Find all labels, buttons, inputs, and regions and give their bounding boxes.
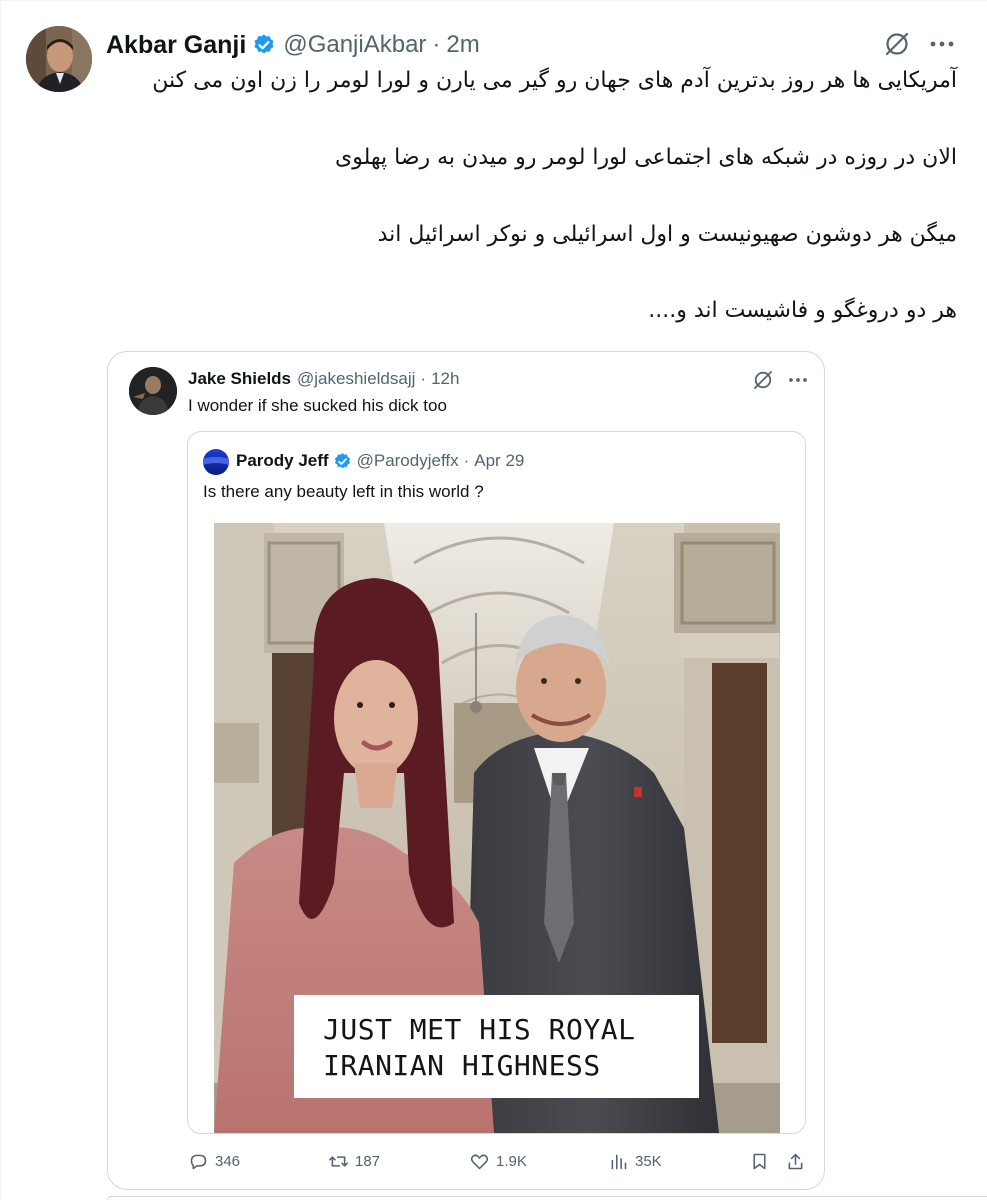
- quoted-author-name[interactable]: Jake Shields: [188, 369, 291, 389]
- author-handle[interactable]: @GanjiAkbar: [283, 31, 426, 59]
- heart-icon: [470, 1153, 489, 1169]
- separator: ·: [420, 369, 427, 388]
- quoted-author-handle[interactable]: @jakeshieldsajj: [297, 369, 415, 389]
- grok-icon[interactable]: [752, 369, 774, 391]
- left-border: [0, 0, 1, 1200]
- separator: ·: [432, 31, 441, 58]
- avatar[interactable]: [203, 449, 229, 475]
- tweet-text-line-3: میگن هر دوشون صهیونیست و اول اسرائیلی و …: [377, 222, 957, 247]
- top-border: [0, 0, 987, 6]
- separator: ·: [463, 451, 470, 470]
- nested-author-handle[interactable]: @Parodyjeffx: [357, 451, 459, 471]
- author-name[interactable]: Akbar Ganji: [106, 31, 246, 60]
- views-button[interactable]: 35K: [608, 1149, 662, 1173]
- reply-icon: [190, 1154, 207, 1169]
- like-count: 1.9K: [496, 1152, 527, 1170]
- bookmark-button[interactable]: [749, 1149, 776, 1173]
- tweet-text-line-1: آمریکایی ها هر روز بدترین آدم های جهان ر…: [152, 68, 957, 93]
- avatar[interactable]: [129, 367, 177, 415]
- tweet-text-line-2: الان در روزه در شبکه های اجتماعی لورا لو…: [335, 145, 957, 170]
- like-button[interactable]: 1.9K: [469, 1149, 527, 1173]
- views-count: 35K: [635, 1152, 662, 1170]
- nested-quote-header: Parody Jeff @Parodyjeffx · Apr 29: [236, 450, 524, 472]
- more-options-icon[interactable]: [928, 30, 956, 58]
- image-caption: JUST MET HIS ROYAL IRANIAN HIGHNESS: [323, 1012, 635, 1084]
- retweet-count: 187: [355, 1152, 381, 1170]
- grok-icon[interactable]: [883, 30, 911, 58]
- timestamp[interactable]: 2m: [446, 31, 479, 59]
- verified-badge-icon: [333, 452, 352, 471]
- tweet-header: Akbar Ganji @GanjiAkbar · 2m: [106, 28, 480, 62]
- retweet-icon: [328, 1155, 349, 1167]
- share-button[interactable]: [785, 1149, 812, 1173]
- reply-button[interactable]: 346: [188, 1149, 240, 1173]
- retweet-button[interactable]: 187: [328, 1149, 380, 1173]
- avatar[interactable]: [26, 26, 92, 92]
- views-chart-icon: [611, 1154, 627, 1169]
- share-icon: [788, 1153, 803, 1169]
- quoted-timestamp[interactable]: 12h: [431, 369, 459, 389]
- tweet-text-line-4: هر دو دروغگو و فاشیست اند و....: [648, 298, 957, 323]
- reply-count: 346: [215, 1152, 241, 1170]
- next-tweet-border: [107, 1196, 987, 1200]
- quoted-tweet-text: I wonder if she sucked his dick too: [188, 396, 447, 415]
- nested-timestamp[interactable]: Apr 29: [474, 451, 524, 471]
- more-options-icon[interactable]: [787, 369, 809, 391]
- nested-author-name[interactable]: Parody Jeff: [236, 451, 329, 471]
- quoted-tweet-header: Jake Shields @jakeshieldsajj · 12h: [188, 368, 459, 390]
- bookmark-icon: [753, 1153, 766, 1169]
- verified-badge-icon: [252, 33, 276, 57]
- image-caption-line-1: JUST MET HIS ROYAL: [323, 1013, 636, 1046]
- nested-quote-text: Is there any beauty left in this world ?: [203, 482, 484, 501]
- image-caption-line-2: IRANIAN HIGHNESS: [323, 1049, 601, 1082]
